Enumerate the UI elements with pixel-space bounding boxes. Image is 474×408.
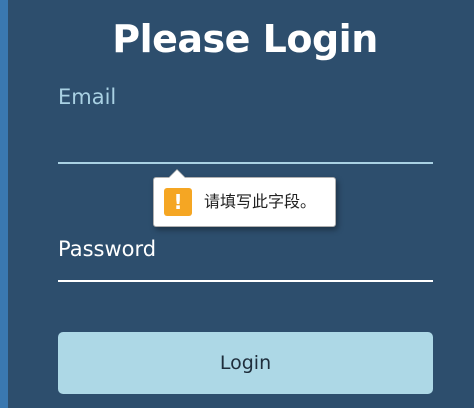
email-label: Email	[58, 85, 117, 109]
validation-message: 请填写此字段。	[204, 192, 317, 211]
page-title: Please Login	[112, 17, 378, 61]
email-field[interactable]	[58, 132, 433, 164]
tooltip-arrow	[168, 169, 186, 178]
warning-icon: !	[164, 188, 192, 216]
validation-tooltip: ! 请填写此字段。	[153, 169, 336, 227]
login-button[interactable]: Login	[58, 332, 433, 394]
password-field[interactable]	[58, 250, 433, 282]
